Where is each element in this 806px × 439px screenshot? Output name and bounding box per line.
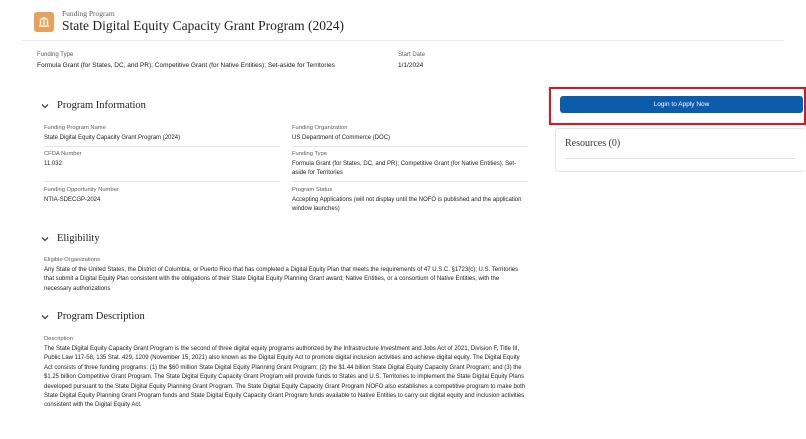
header-divider xyxy=(22,40,784,41)
field-label: Funding Type xyxy=(292,151,328,157)
bank-icon xyxy=(34,11,54,32)
apply-highlight-box: Login to Apply Now xyxy=(549,87,806,125)
field-value: 11.032 xyxy=(44,161,62,167)
summary-funding-type-value: Formula Grant (for States, DC, and PR); … xyxy=(37,62,335,69)
resources-divider xyxy=(565,158,796,159)
field-program-name: Funding Program Name State Digital Equit… xyxy=(44,124,280,147)
field-divider xyxy=(292,181,528,182)
eligibility-label: Eligible Organizations xyxy=(44,257,101,263)
field-value: Formula Grant (for States, DC, and PR); … xyxy=(292,161,517,176)
field-value: NTIA-SDECGP-2024 xyxy=(44,197,101,203)
field-label: Funding Opportunity Number xyxy=(44,187,119,193)
field-value: Accepting Applications (will not display… xyxy=(292,197,522,212)
login-to-apply-button[interactable]: Login to Apply Now xyxy=(560,96,803,113)
field-funding-type: Funding Type Formula Grant (for States, … xyxy=(292,150,528,182)
field-value: State Digital Equity Capacity Grant Prog… xyxy=(44,135,181,141)
header-eyebrow: Funding Program xyxy=(62,9,115,18)
field-program-status: Program Status Accepting Applications (w… xyxy=(292,186,528,214)
eligibility-block: Eligible Organizations Any State of the … xyxy=(44,256,526,294)
summary-start-date-label: Start Date xyxy=(398,52,426,58)
section-program-description[interactable]: Program Description xyxy=(40,311,145,322)
field-label: Program Status xyxy=(292,187,333,193)
field-funding-organization: Funding Organization US Department of Co… xyxy=(292,124,528,147)
description-block: Description The State Digital Equity Cap… xyxy=(44,335,526,411)
chevron-down-icon xyxy=(41,314,49,319)
field-divider xyxy=(292,146,528,147)
field-value: US Department of Commerce (DOC) xyxy=(292,135,391,141)
page-title: State Digital Equity Capacity Grant Prog… xyxy=(62,18,344,33)
section-program-information[interactable]: Program Information xyxy=(40,100,146,111)
summary-start-date: Start Date 1/1/2024 xyxy=(398,51,478,70)
resources-card: Resources (0) xyxy=(555,128,806,172)
eligibility-value: Any State of the United States, the Dist… xyxy=(44,267,519,292)
field-funding-opportunity-number: Funding Opportunity Number NTIA-SDECGP-2… xyxy=(44,186,280,205)
section-title: Program Information xyxy=(57,100,146,111)
field-divider xyxy=(44,146,280,147)
summary-start-date-value: 1/1/2024 xyxy=(398,62,424,69)
chevron-down-icon xyxy=(41,236,49,241)
section-title: Eligibility xyxy=(57,233,100,244)
field-cfda-number: CFDA Number 11.032 xyxy=(44,150,280,182)
chevron-down-icon xyxy=(41,103,49,108)
section-title: Program Description xyxy=(57,311,145,322)
field-divider xyxy=(44,181,280,182)
field-label: Funding Organization xyxy=(292,125,348,131)
description-label: Description xyxy=(44,336,73,342)
section-eligibility[interactable]: Eligibility xyxy=(40,233,100,244)
resources-title[interactable]: Resources (0) xyxy=(565,138,620,149)
field-label: CFDA Number xyxy=(44,151,82,157)
summary-funding-type-label: Funding Type xyxy=(37,52,74,58)
program-header: Funding Program State Digital Equity Cap… xyxy=(34,9,344,34)
summary-funding-type: Funding Type Formula Grant (for States, … xyxy=(37,51,367,70)
description-value: The State Digital Equity Capacity Grant … xyxy=(44,346,526,409)
field-label: Funding Program Name xyxy=(44,125,106,131)
